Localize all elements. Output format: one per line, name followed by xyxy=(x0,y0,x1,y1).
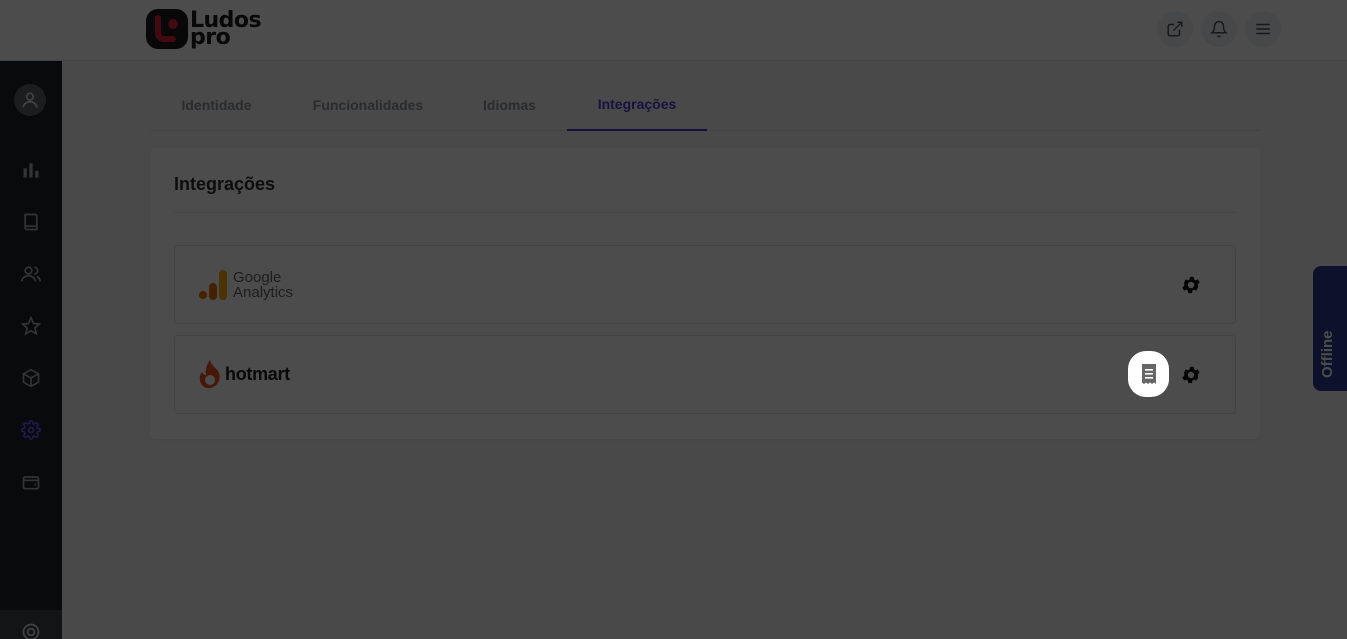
tab-funcionalidades[interactable]: Funcionalidades xyxy=(300,78,436,131)
hotmart-flame-icon xyxy=(199,359,220,388)
sidebar-item-wallet[interactable] xyxy=(0,462,62,502)
card-title: Integrações xyxy=(174,174,276,194)
top-bar: Ludos pro xyxy=(0,0,1347,61)
user-icon xyxy=(22,92,38,108)
sidebar-item-users[interactable] xyxy=(0,254,62,294)
highlighted-receipt-button[interactable] xyxy=(1128,351,1169,397)
book-icon xyxy=(24,213,38,231)
receipt-icon xyxy=(1141,364,1156,384)
divider xyxy=(174,212,1236,213)
lifebuoy-icon xyxy=(22,623,40,639)
sidebar-item-favorites[interactable] xyxy=(0,306,62,346)
integration-hotmart: hotmart xyxy=(174,335,1236,414)
sidebar-item-settings[interactable] xyxy=(0,410,62,450)
integrations-card: Integrações Google Analytics hotmart xyxy=(150,148,1260,439)
menu-button[interactable] xyxy=(1245,11,1281,47)
sidebar-item-courses[interactable] xyxy=(0,202,62,242)
sidebar xyxy=(0,61,62,639)
google-analytics-icon xyxy=(199,269,227,300)
google-analytics-settings-button[interactable] xyxy=(1179,273,1203,297)
hotmart-settings-button[interactable] xyxy=(1179,363,1203,387)
external-link-icon xyxy=(1167,21,1183,37)
bar-chart-icon xyxy=(23,163,39,178)
hotmart-logo: hotmart xyxy=(199,336,290,413)
sidebar-item-products[interactable] xyxy=(0,358,62,398)
ludos-pro-logo[interactable]: Ludos pro xyxy=(146,9,262,49)
tab-integracoes[interactable]: Integrações xyxy=(567,78,707,131)
notifications-button[interactable] xyxy=(1201,11,1237,47)
user-avatar[interactable] xyxy=(14,84,46,116)
ga-name-line2: Analytics xyxy=(233,283,294,301)
wallet-icon xyxy=(22,476,40,490)
sidebar-item-dashboard[interactable] xyxy=(0,150,62,190)
external-link-button[interactable] xyxy=(1157,11,1193,47)
logo-mark-icon xyxy=(146,9,188,49)
integration-google-analytics: Google Analytics xyxy=(174,245,1236,324)
box-icon xyxy=(22,368,40,388)
gear-icon xyxy=(1182,276,1200,294)
hotmart-name: hotmart xyxy=(225,364,290,384)
tab-identidade[interactable]: Identidade xyxy=(150,78,283,131)
users-icon xyxy=(21,266,41,282)
offline-label: Offline xyxy=(1319,330,1336,379)
tab-idiomas[interactable]: Idiomas xyxy=(453,78,566,131)
bell-icon xyxy=(1210,20,1228,38)
sidebar-item-support[interactable] xyxy=(0,610,62,639)
gear-icon xyxy=(1182,366,1200,384)
ga-name-line1: Google xyxy=(233,268,282,286)
offline-status-tab[interactable]: Offline xyxy=(1313,266,1347,391)
star-icon xyxy=(21,316,41,336)
hamburger-menu-icon xyxy=(1256,23,1270,35)
settings-tabs: Identidade Funcionalidades Idiomas Integ… xyxy=(150,78,1260,131)
gear-icon xyxy=(21,420,41,440)
google-analytics-logo: Google Analytics xyxy=(199,246,293,323)
